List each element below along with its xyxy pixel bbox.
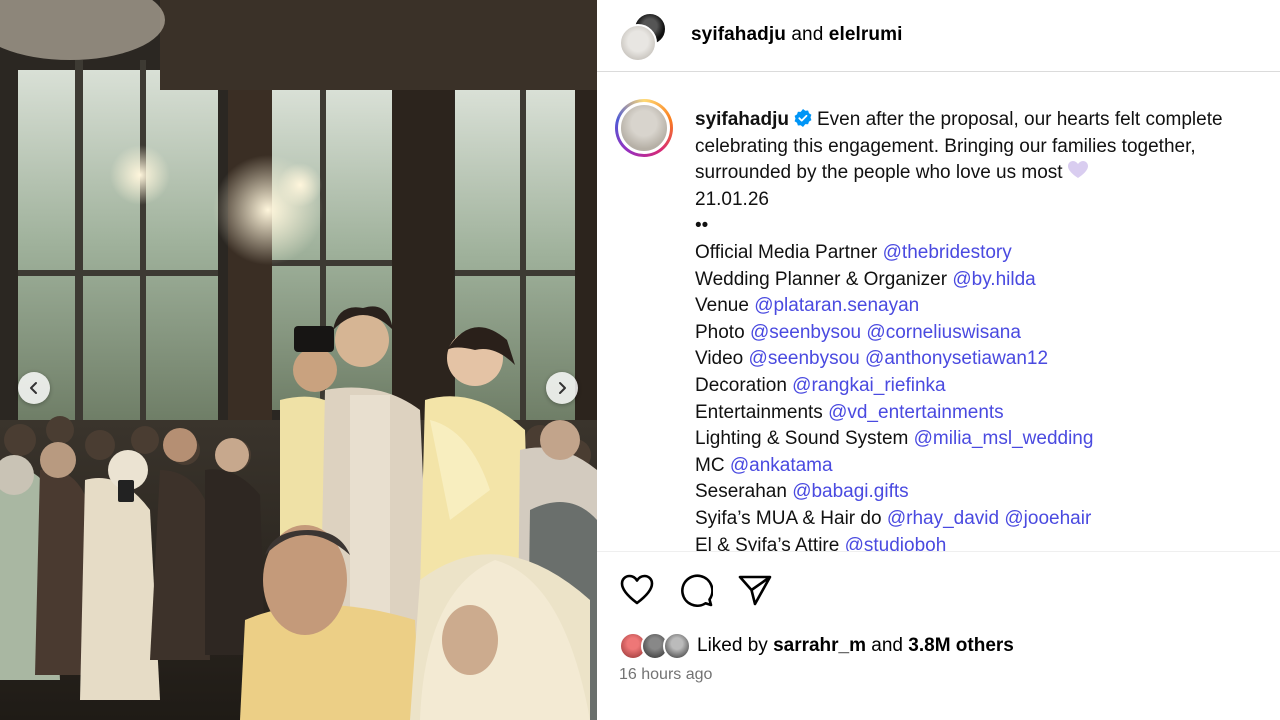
credit-label: Lighting & Sound System [695, 428, 909, 450]
caption-credits: Official Media Partner @thebridestory We… [695, 242, 1093, 551]
credit-line: El & Syifa’s Attire @studioboh [695, 535, 946, 552]
liker-avatars[interactable] [619, 630, 695, 662]
credit-line: Syifa’s MUA & Hair do @rhay_david @jooeh… [695, 508, 1091, 529]
likes-count[interactable]: 3.8M others [908, 635, 1014, 656]
light-purple-heart-icon [1067, 161, 1088, 179]
credit-line: Decoration @rangkai_riefinka [695, 375, 946, 396]
credit-label: Entertainments [695, 401, 823, 423]
post-header: syifahadju and elelrumi [597, 0, 1280, 72]
engagement-photo-illustration [0, 0, 597, 720]
post-side-panel: syifahadju and elelrumi syifahadju Even a… [597, 0, 1280, 720]
carousel-next-button[interactable] [546, 372, 578, 404]
actions-divider [597, 551, 1280, 552]
caption-username[interactable]: syifahadju [695, 109, 789, 130]
post-timestamp[interactable]: 16 hours ago [619, 666, 712, 684]
credit-line: Official Media Partner @thebridestory [695, 242, 1012, 263]
verified-badge-icon [794, 109, 812, 127]
collab-names: syifahadju and elelrumi [691, 24, 902, 46]
credit-label: El & Syifa’s Attire [695, 534, 840, 552]
post-actions [619, 572, 773, 608]
likes-text: Liked by sarrahr_m and 3.8M others [697, 635, 1014, 657]
credit-mention-link[interactable]: @seenbysou [749, 348, 860, 369]
credit-mention-link[interactable]: @thebridestory [883, 242, 1012, 263]
credit-mention-link[interactable]: @babagi.gifts [792, 481, 908, 502]
caption-text: syifahadju Even after the proposal, our h… [695, 107, 1265, 551]
credit-mention-link[interactable]: @by.hilda [952, 269, 1035, 290]
chevron-right-icon [559, 382, 566, 394]
credit-label: MC [695, 454, 725, 476]
carousel-prev-button[interactable] [18, 372, 50, 404]
credit-label: Seserahan [695, 481, 787, 503]
credit-line: Entertainments @vd_entertainments [695, 402, 1004, 423]
credit-mention-link[interactable]: @ankatama [730, 455, 833, 476]
credit-mention-link[interactable]: @milia_msl_wedding [914, 428, 1094, 449]
credit-line: Seserahan @babagi.gifts [695, 481, 909, 502]
caption-line-2: celebrating this engagement. Bringing ou… [695, 135, 1196, 157]
caption-line-3: surrounded by the people who love us mos… [695, 162, 1063, 184]
credit-line: MC @ankatama [695, 455, 833, 476]
credit-line: Venue @plataran.senayan [695, 295, 919, 316]
credit-line: Video @seenbysou @anthonysetiawan12 [695, 348, 1048, 369]
caption-line-1: Even after the proposal, our hearts felt… [816, 109, 1223, 130]
credit-label: Venue [695, 295, 749, 317]
share-button[interactable] [737, 572, 773, 608]
caption-scroll-area[interactable]: syifahadju Even after the proposal, our h… [597, 73, 1280, 551]
likes-and: and [871, 635, 903, 656]
like-button[interactable] [619, 572, 655, 608]
collab-avatars[interactable] [619, 12, 667, 62]
likes-user[interactable]: sarrahr_m [773, 635, 866, 656]
credit-mention-link[interactable]: @vd_entertainments [828, 402, 1004, 423]
header-and: and [791, 24, 824, 45]
credit-label: Official Media Partner [695, 241, 878, 263]
post-photo [0, 0, 597, 720]
credit-label: Syifa’s MUA & Hair do [695, 507, 882, 529]
likes-prefix: Liked by [697, 635, 768, 656]
credit-mention-link[interactable]: @rangkai_riefinka [792, 375, 945, 396]
credit-mention-link[interactable]: @plataran.senayan [754, 295, 919, 316]
credit-mention-link[interactable]: @jooehair [1004, 508, 1091, 529]
caption-date: 21.01.26 [695, 188, 769, 210]
credit-mention-link[interactable]: @studioboh [845, 535, 947, 552]
comment-bubble-icon [681, 574, 713, 607]
likes-row: Liked by sarrahr_m and 3.8M others [619, 630, 1014, 662]
credit-label: Video [695, 348, 744, 370]
credit-label: Photo [695, 321, 745, 343]
liker-avatar-3 [663, 632, 691, 660]
comment-button[interactable] [678, 572, 714, 608]
credit-line: Photo @seenbysou @corneliuswisana [695, 322, 1021, 343]
heart-outline-icon [620, 574, 654, 605]
credit-line: Wedding Planner & Organizer @by.hilda [695, 269, 1036, 290]
chevron-left-icon [30, 382, 37, 394]
credit-mention-link[interactable]: @anthonysetiawan12 [865, 348, 1048, 369]
credit-mention-link[interactable]: @rhay_david [887, 508, 999, 529]
caption-avatar[interactable] [615, 99, 673, 157]
avatar-syifahadju[interactable] [619, 24, 657, 62]
paper-plane-icon [738, 575, 772, 606]
caption-dots: •• [695, 215, 709, 237]
header-username-1[interactable]: syifahadju [691, 24, 786, 45]
header-username-2[interactable]: elelrumi [829, 24, 903, 45]
credit-mention-link[interactable]: @seenbysou [750, 322, 861, 343]
credit-label: Wedding Planner & Organizer [695, 268, 948, 290]
credit-label: Decoration [695, 374, 787, 396]
credit-line: Lighting & Sound System @milia_msl_weddi… [695, 428, 1093, 449]
credit-mention-link[interactable]: @corneliuswisana [866, 322, 1020, 343]
